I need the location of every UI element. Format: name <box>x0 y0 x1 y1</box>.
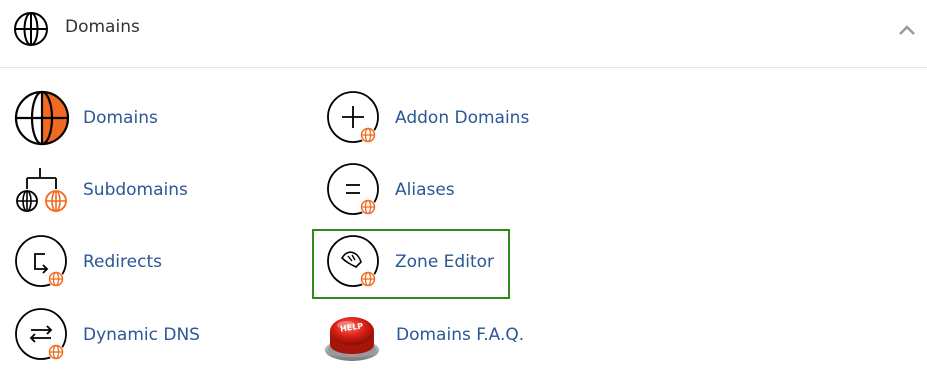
tool-addon-domains[interactable]: Addon Domains <box>326 86 529 150</box>
tool-label: Dynamic DNS <box>83 325 200 345</box>
tool-redirects[interactable]: Redirects <box>14 230 162 294</box>
tool-aliases[interactable]: Aliases <box>326 158 455 222</box>
dynamic-dns-icon <box>15 308 67 360</box>
chevron-up-icon[interactable] <box>895 22 919 38</box>
tool-zone-editor[interactable]: Zone Editor <box>326 230 494 294</box>
tool-label: Addon Domains <box>395 108 530 128</box>
tool-domains-faq[interactable]: HELP Domains F.A.Q. <box>322 303 524 367</box>
globe-icon <box>14 12 48 46</box>
tool-label: Zone Editor <box>395 252 494 272</box>
zone-editor-icon <box>327 235 379 287</box>
tool-label: Domains <box>83 108 158 128</box>
tool-domains[interactable]: Domains <box>14 86 158 150</box>
tool-label: Redirects <box>83 252 162 272</box>
globe-icon <box>14 90 70 146</box>
tool-label: Subdomains <box>83 180 188 200</box>
aliases-icon <box>327 163 379 215</box>
addon-domains-icon <box>327 91 379 143</box>
tool-label: Domains F.A.Q. <box>396 325 525 345</box>
subdomains-icon <box>16 168 67 212</box>
tool-dynamic-dns[interactable]: Dynamic DNS <box>14 303 200 367</box>
tool-subdomains[interactable]: Subdomains <box>14 158 188 222</box>
section-title: Domains <box>65 17 140 37</box>
tool-label: Aliases <box>395 180 455 200</box>
help-button-icon: HELP <box>325 317 379 361</box>
redirects-icon <box>15 235 67 287</box>
section-header[interactable]: Domains <box>0 0 927 68</box>
